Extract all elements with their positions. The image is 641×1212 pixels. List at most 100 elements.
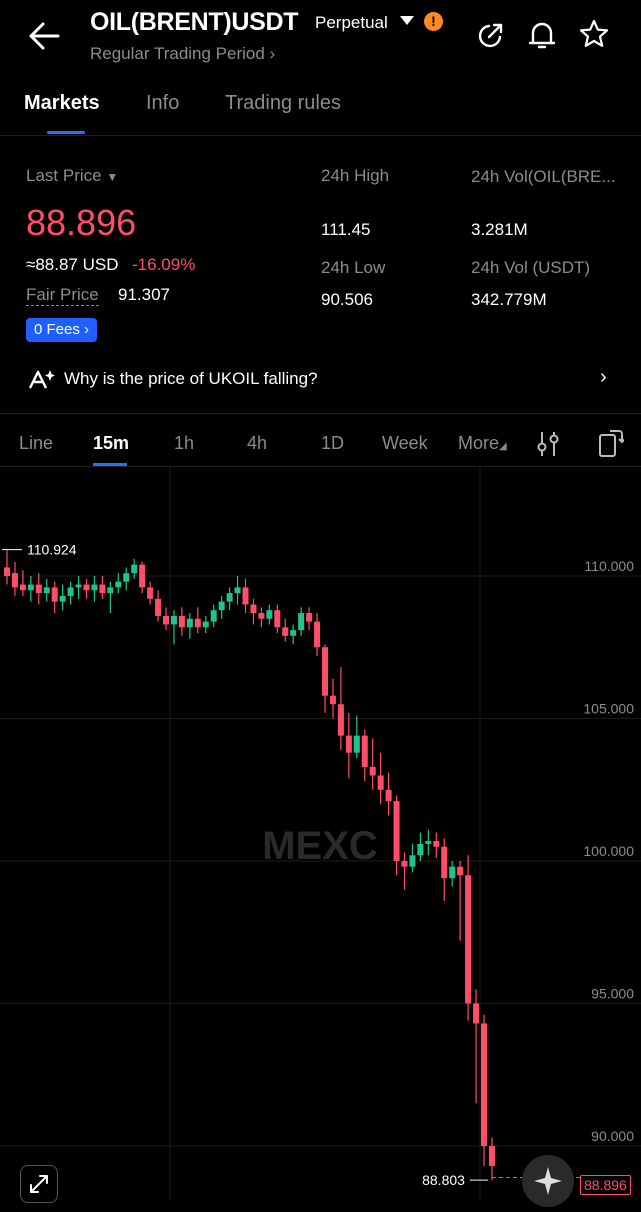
candle-body: [401, 861, 408, 867]
interval-1d[interactable]: 1D: [321, 433, 344, 454]
candle-body: [51, 587, 58, 602]
candle-body: [322, 647, 328, 696]
candle-body: [115, 581, 122, 588]
tab-markets[interactable]: Markets: [24, 92, 100, 115]
symbol-dropdown-icon[interactable]: [400, 16, 414, 25]
y-tick-label: 95.000: [591, 986, 634, 1002]
low-24h-value: 90.506: [321, 290, 373, 309]
news-headline[interactable]: Why is the price of UKOIL falling?: [64, 369, 318, 389]
candle-body: [91, 584, 98, 591]
candle-body: [314, 621, 321, 648]
interval-more[interactable]: More◢: [458, 433, 507, 454]
candlestick-chart[interactable]: 110.000 105.000 100.000 95.000 90.000 MEXC 1…: [0, 467, 641, 1200]
candle-body: [19, 584, 26, 591]
interval-4h[interactable]: 4h: [247, 433, 267, 454]
y-tick-label: 90.000: [591, 1128, 634, 1144]
candle-body: [361, 735, 368, 767]
interval-week[interactable]: Week: [382, 433, 428, 454]
candle-body: [186, 618, 193, 628]
candle-body: [4, 567, 10, 576]
high-24h-value: 111.45: [321, 220, 371, 239]
low-24h-label: 24h Low: [321, 258, 386, 277]
last-price-dropdown-icon[interactable]: ▼: [106, 170, 118, 184]
candle-body: [202, 621, 209, 628]
candle-body: [481, 1023, 487, 1146]
candle-body: [266, 610, 273, 619]
candle-body: [393, 801, 400, 861]
y-tick-label: 110.000: [584, 558, 634, 574]
candle-body: [329, 695, 336, 705]
candle-body: [155, 598, 162, 616]
candle-body: [457, 866, 464, 876]
sparkle-button-icon[interactable]: [522, 1155, 574, 1207]
expand-chart-icon[interactable]: [20, 1165, 58, 1203]
candle-body: [11, 573, 18, 588]
candle-body: [147, 587, 154, 599]
candle-body: [99, 584, 106, 594]
candle-body: [258, 613, 265, 619]
more-caret-icon: ◢: [499, 441, 507, 452]
ai-sparkle-icon: [28, 368, 56, 390]
candle-body: [425, 841, 432, 844]
interval-1h[interactable]: 1h: [174, 433, 194, 454]
active-tab-indicator: [47, 131, 85, 134]
candle-body: [43, 587, 50, 594]
vol-base-value: 3.281M: [471, 220, 528, 239]
contract-type-label[interactable]: Perpetual: [315, 13, 388, 33]
candle-body: [178, 615, 185, 628]
candle-body: [194, 618, 201, 628]
news-row[interactable]: Why is the price of UKOIL falling? ›: [0, 360, 641, 400]
candle-body: [250, 604, 257, 614]
candle-body: [369, 766, 376, 776]
candle-body: [123, 573, 130, 582]
usd-price: ≈88.87 USD: [26, 255, 119, 274]
tabs-divider: [0, 135, 641, 136]
vol-usdt-value: 342.779M: [471, 290, 547, 309]
rotate-screen-icon[interactable]: [598, 428, 626, 458]
candle-body: [385, 789, 392, 802]
candle-body: [337, 704, 344, 736]
interval-line[interactable]: Line: [19, 433, 53, 454]
candle-body: [226, 593, 233, 602]
trading-period-link[interactable]: Regular Trading Period ›: [90, 44, 275, 64]
bell-icon[interactable]: [527, 19, 557, 51]
chevron-right-icon[interactable]: ›: [600, 366, 607, 389]
candle-body: [35, 584, 42, 594]
candle-body: [465, 875, 472, 1004]
candle-body: [353, 735, 360, 753]
candle-body: [488, 1146, 495, 1166]
fair-price-label[interactable]: Fair Price: [26, 285, 99, 306]
candle-body: [473, 1003, 480, 1024]
fair-price-value: 91.307: [118, 285, 170, 304]
change-percent: -16.09%: [132, 255, 196, 274]
warning-icon[interactable]: !: [424, 12, 443, 31]
last-price-value: 88.896: [26, 202, 137, 243]
candle-body: [417, 843, 424, 856]
indicator-settings-icon[interactable]: [536, 430, 560, 458]
interval-15m[interactable]: 15m: [93, 433, 129, 454]
candle-body: [27, 584, 34, 591]
vol-usdt-label: 24h Vol (USDT): [471, 258, 591, 277]
tab-trading-rules[interactable]: Trading rules: [225, 92, 341, 115]
high-24h-label: 24h High: [321, 166, 390, 185]
candle-body: [282, 627, 289, 636]
last-price-label[interactable]: Last Price ▼: [26, 166, 118, 186]
candle-body: [59, 595, 66, 602]
symbol-title[interactable]: OIL(BRENT)USDT: [90, 8, 299, 37]
candle-body: [242, 587, 249, 605]
last-price-tag: 88.896: [580, 1175, 631, 1195]
candle-body: [441, 846, 448, 879]
candle-body: [449, 866, 456, 879]
candle-body: [75, 584, 82, 588]
favorite-star-icon[interactable]: [578, 18, 610, 50]
y-tick-label: 100.000: [583, 843, 634, 859]
candle-body: [131, 564, 138, 574]
candle-body: [107, 587, 114, 594]
back-arrow-icon[interactable]: [26, 18, 62, 54]
share-icon[interactable]: [476, 20, 506, 50]
low-marker-label: 88.803: [422, 1172, 465, 1188]
y-tick-label: 105.000: [583, 701, 634, 717]
tab-info[interactable]: Info: [146, 92, 179, 115]
zero-fees-badge[interactable]: 0 Fees ›: [26, 318, 98, 342]
high-marker-label: 110.924: [27, 542, 77, 558]
